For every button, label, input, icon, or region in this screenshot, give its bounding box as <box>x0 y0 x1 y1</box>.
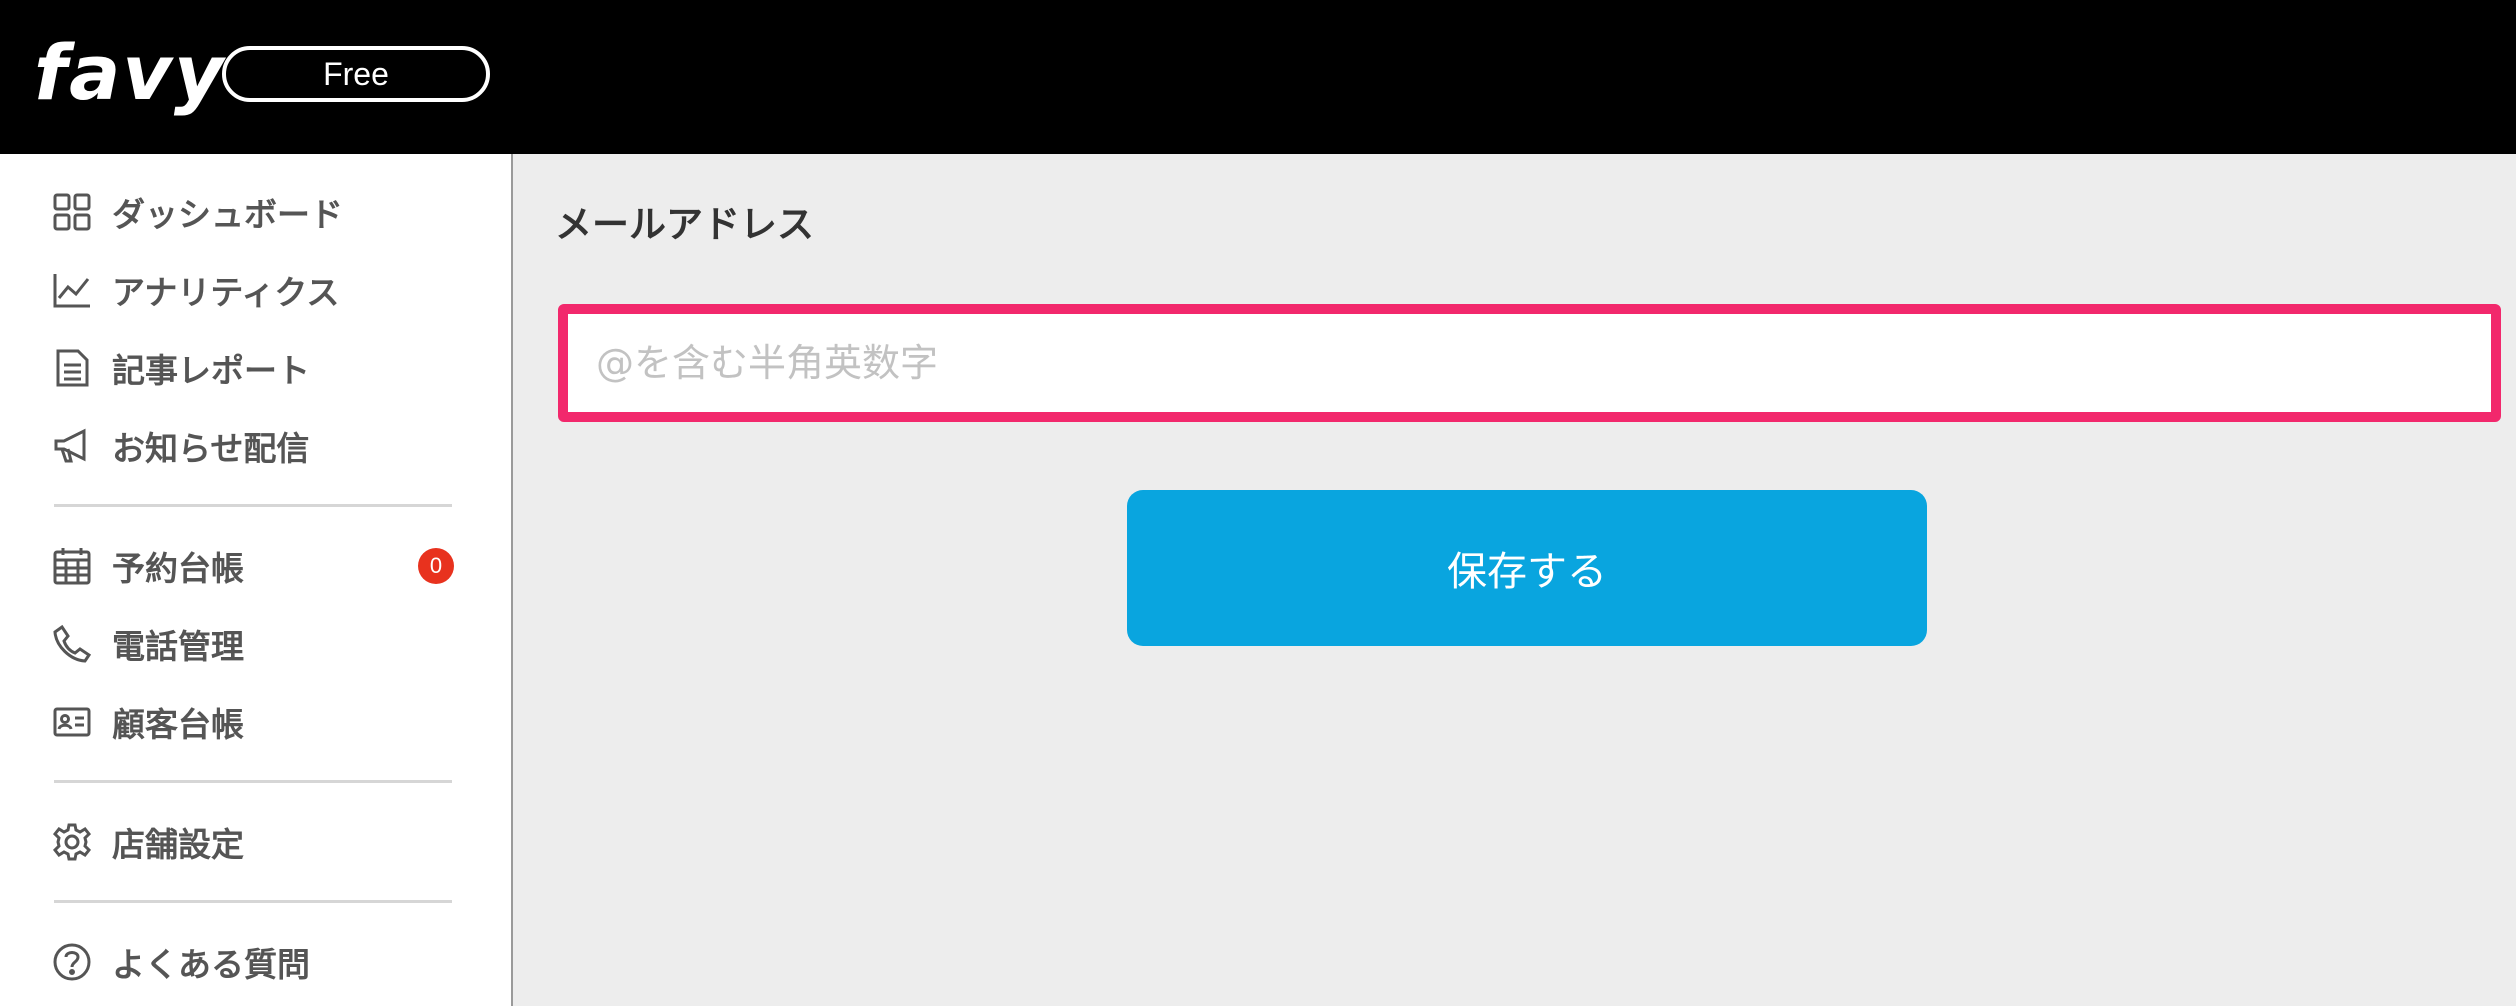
question-icon <box>52 942 92 982</box>
sidebar-item-article-report[interactable]: 記事レポート <box>52 340 454 396</box>
sidebar-divider <box>54 780 452 783</box>
main-content: メールアドレス 保存する <box>515 154 2516 1006</box>
email-section-title: メールアドレス <box>555 203 814 246</box>
megaphone-icon <box>52 426 92 466</box>
sidebar: ダッシュボード アナリティクス 記事レポート お知らせ配信 予約台帳 0 電話管… <box>0 154 513 1006</box>
email-input[interactable] <box>558 304 2501 422</box>
sidebar-item-analytics[interactable]: アナリティクス <box>52 262 454 318</box>
sidebar-item-reservations[interactable]: 予約台帳 0 <box>52 538 454 594</box>
sidebar-item-label: アナリティクス <box>112 273 340 312</box>
sidebar-divider <box>54 504 452 507</box>
sidebar-item-label: 記事レポート <box>112 351 310 390</box>
reservation-count-badge: 0 <box>418 548 454 584</box>
sidebar-item-label: よくある質問 <box>112 945 310 984</box>
gear-icon <box>52 822 92 862</box>
sidebar-item-customers[interactable]: 顧客台帳 <box>52 694 454 750</box>
sidebar-item-label: お知らせ配信 <box>112 429 310 468</box>
sidebar-item-label: 予約台帳 <box>112 549 244 588</box>
save-button[interactable]: 保存する <box>1127 490 1927 646</box>
sidebar-item-label: 電話管理 <box>112 627 244 666</box>
sidebar-divider <box>54 900 452 903</box>
sidebar-item-store-settings[interactable]: 店舗設定 <box>52 814 454 870</box>
sidebar-item-label: 店舗設定 <box>112 825 244 864</box>
sidebar-item-label: 顧客台帳 <box>112 705 244 744</box>
calendar-icon <box>52 546 92 586</box>
sidebar-item-faq[interactable]: よくある質問 <box>52 934 454 990</box>
favy-logo[interactable]: favy <box>34 28 225 118</box>
plan-badge: Free <box>222 46 490 102</box>
line-chart-icon <box>52 270 92 310</box>
id-card-icon <box>52 702 92 742</box>
sidebar-item-dashboard[interactable]: ダッシュボード <box>52 184 454 240</box>
sidebar-item-phone[interactable]: 電話管理 <box>52 616 454 672</box>
phone-icon <box>52 624 92 664</box>
sidebar-item-label: ダッシュボード <box>112 195 343 234</box>
top-header: favy Free <box>0 0 2516 154</box>
sidebar-item-notifications[interactable]: お知らせ配信 <box>52 418 454 474</box>
document-icon <box>52 348 92 388</box>
grid-icon <box>52 192 92 232</box>
